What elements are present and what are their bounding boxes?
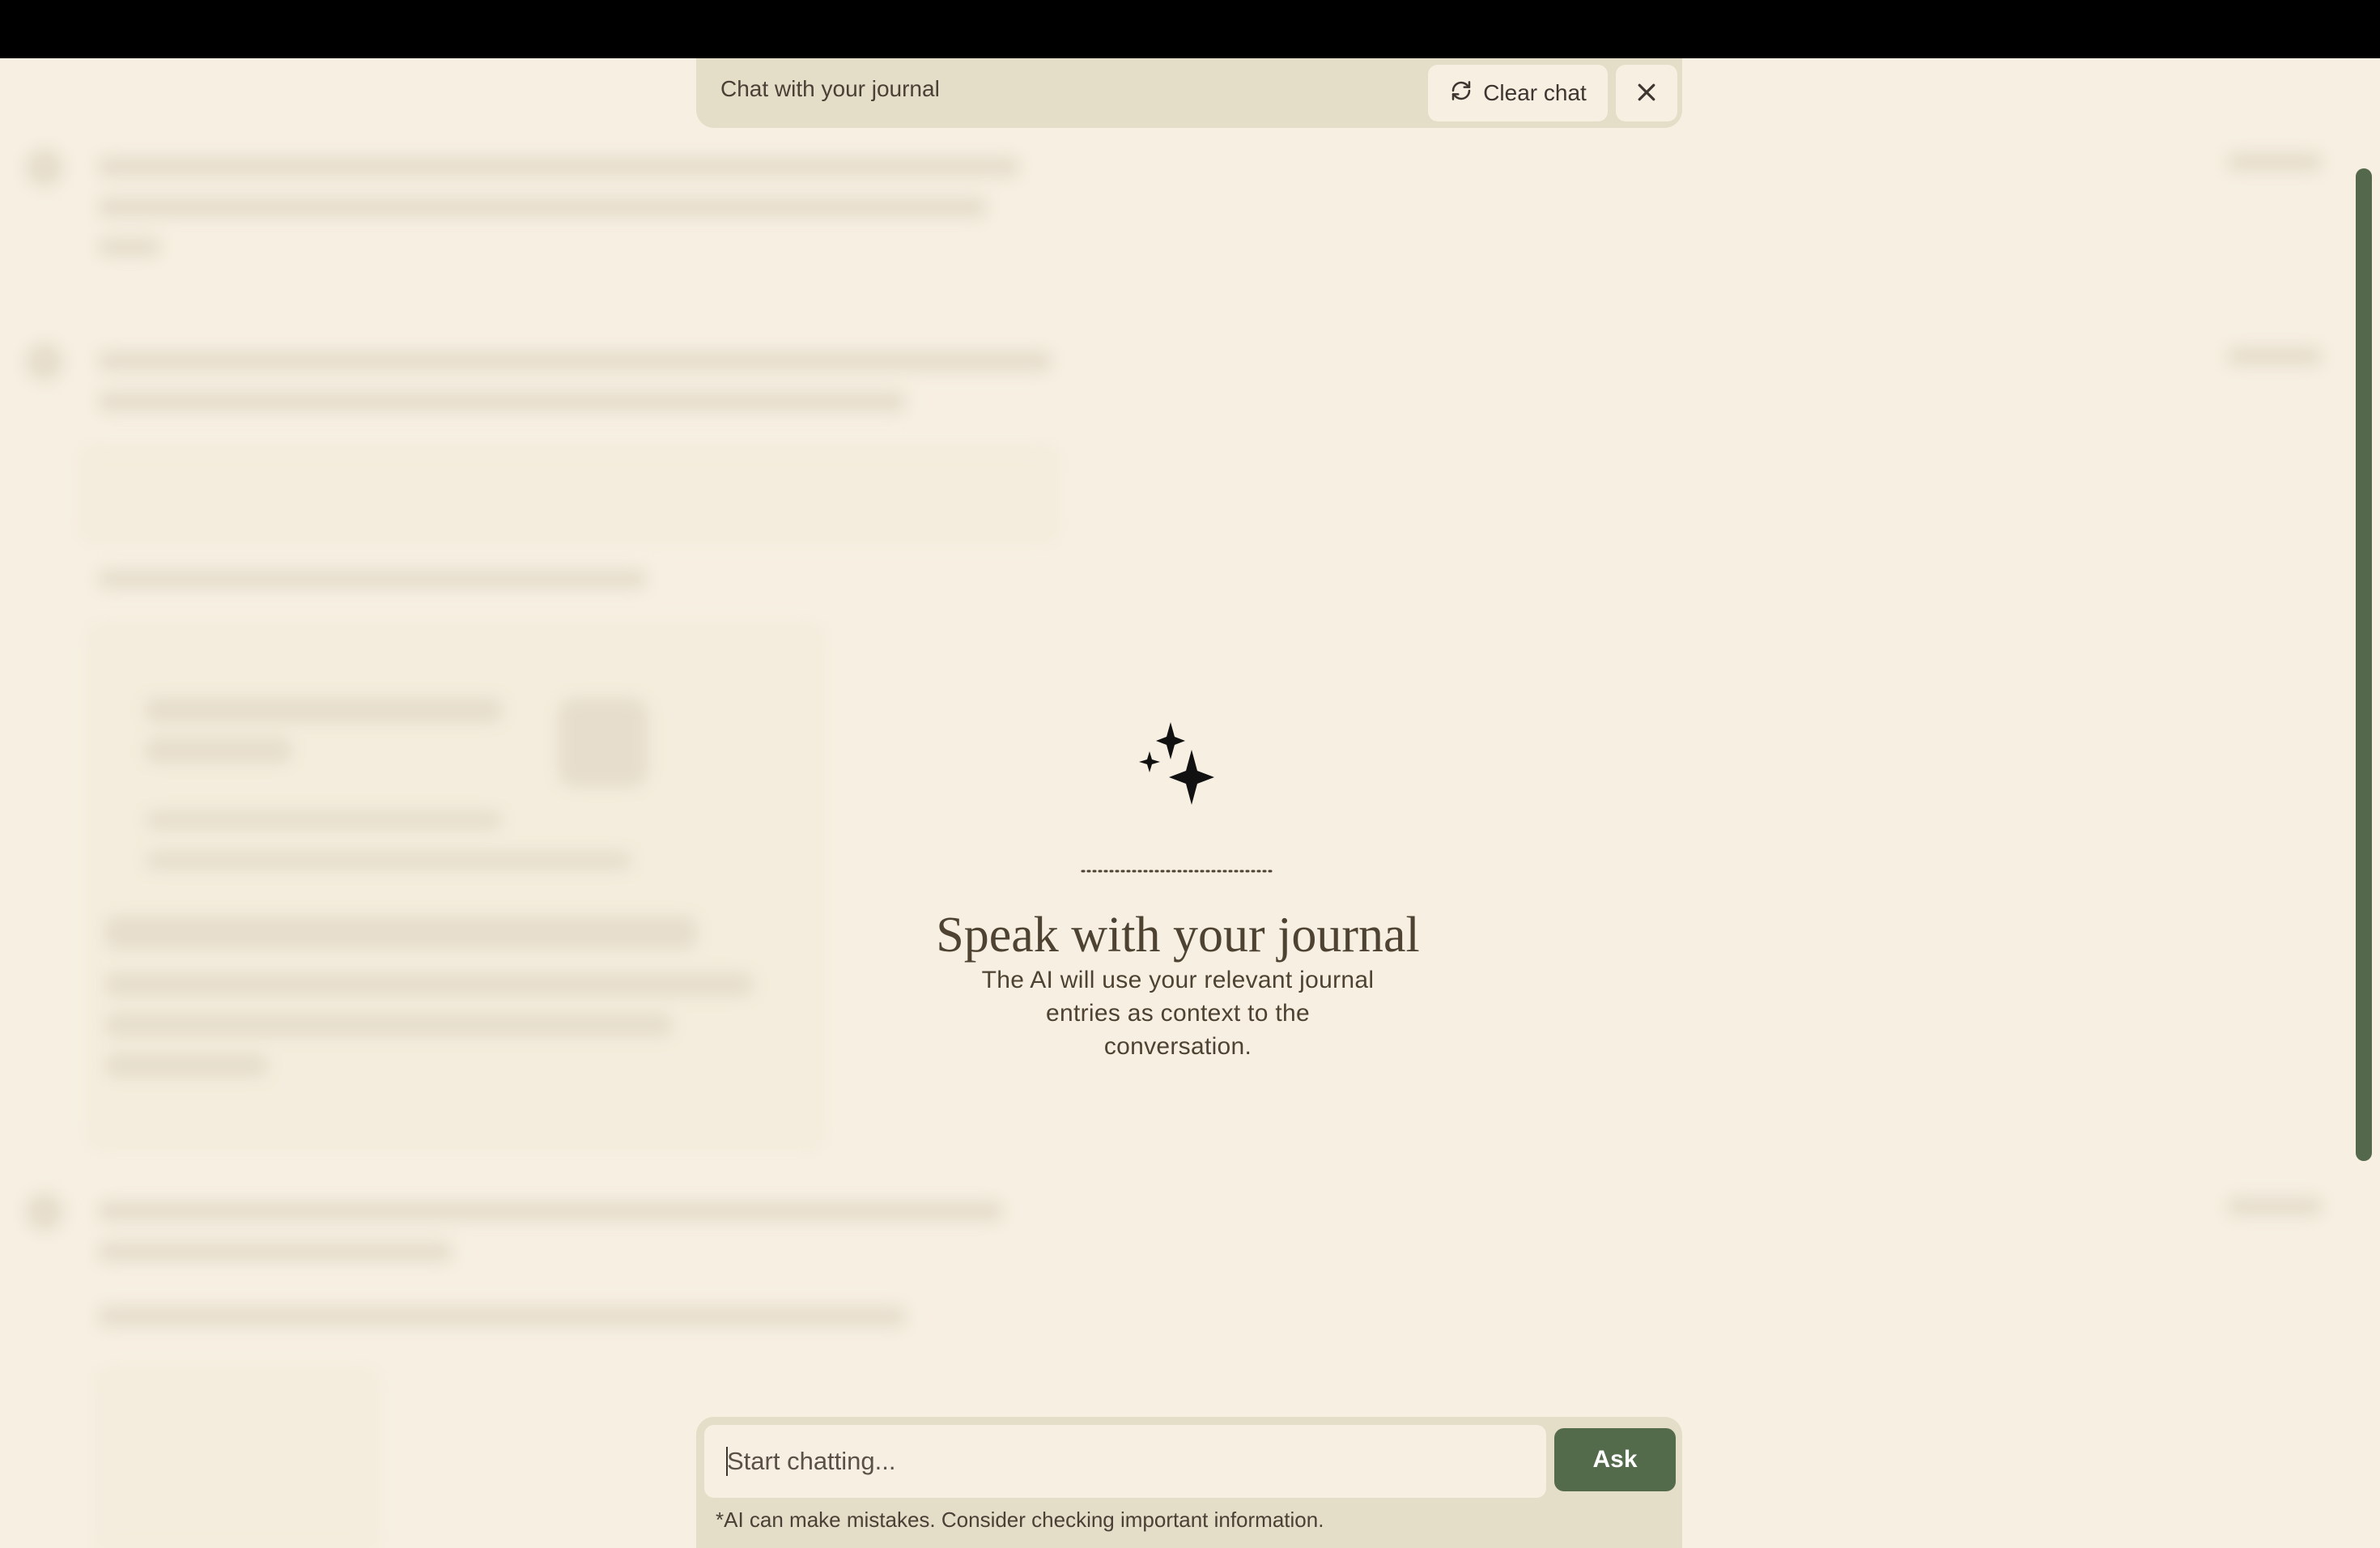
text-caret	[726, 1447, 728, 1476]
page-scrollbar[interactable]	[2356, 168, 2372, 1161]
empty-state-headline: Speak with your journal	[936, 908, 1420, 963]
chat-composer: Ask *AI can make mistakes. Consider chec…	[696, 1417, 1682, 1548]
system-top-bar	[0, 0, 2380, 58]
sparkles-icon	[1138, 721, 1219, 810]
refresh-icon	[1449, 79, 1473, 108]
clear-chat-button[interactable]: Clear chat	[1428, 65, 1608, 121]
close-chat-button[interactable]	[1616, 65, 1677, 121]
clear-chat-label: Clear chat	[1483, 80, 1587, 105]
ask-button[interactable]: Ask	[1554, 1428, 1676, 1491]
chat-header: Chat with your journal Clear chat	[696, 58, 1682, 128]
dotted-divider	[1081, 865, 1275, 873]
chat-input[interactable]	[704, 1425, 1546, 1498]
chat-title: Chat with your journal	[720, 76, 940, 101]
empty-state-subtitle: The AI will use your relevant journal en…	[981, 967, 1375, 1060]
ai-disclaimer: *AI can make mistakes. Consider checking…	[716, 1508, 1324, 1532]
close-icon	[1634, 80, 1659, 107]
